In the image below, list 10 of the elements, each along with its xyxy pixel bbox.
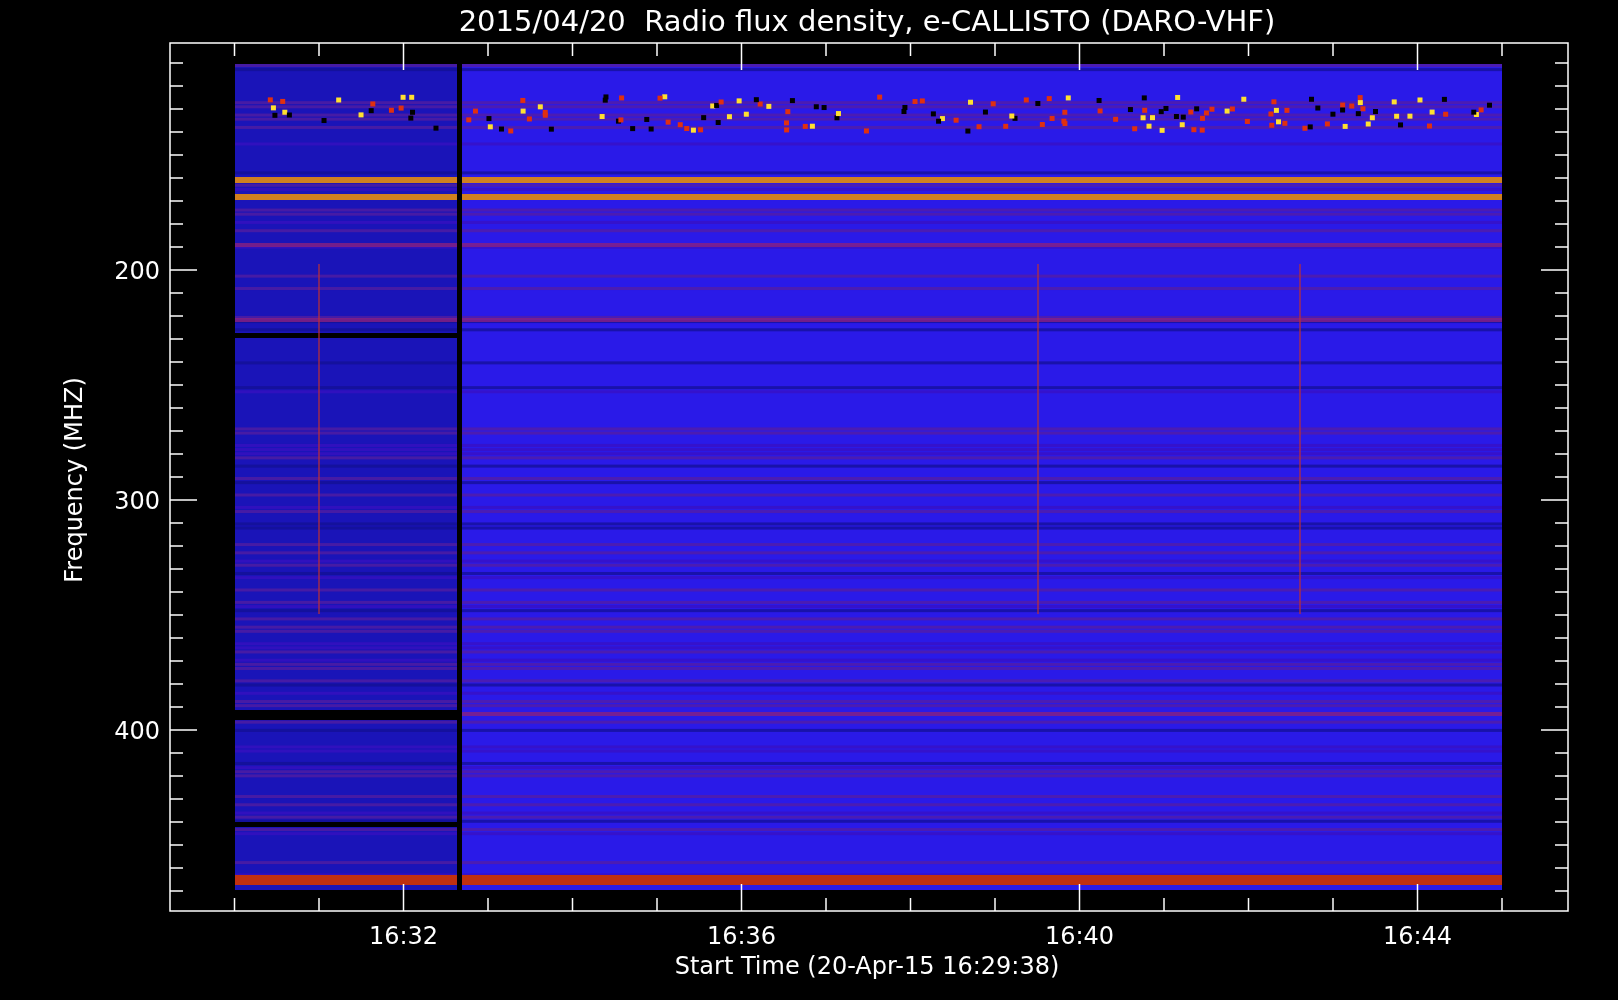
x-tick-label: 16:40 <box>1044 922 1115 950</box>
x-axis-label: Start Time (20-Apr-15 16:29:38) <box>674 952 1060 980</box>
x-tick-label: 16:36 <box>706 922 777 950</box>
y-axis-label: Frequency (MHZ) <box>60 377 88 583</box>
y-tick-label: 400 <box>114 717 160 745</box>
chart-title: 2015/04/20 Radio flux density, e-CALLISTO (DARO-VHF) <box>458 4 1276 38</box>
x-tick-label: 16:44 <box>1382 922 1453 950</box>
y-tick-label: 300 <box>114 487 160 515</box>
x-tick-label: 16:32 <box>368 922 439 950</box>
y-tick-label: 200 <box>114 257 160 285</box>
